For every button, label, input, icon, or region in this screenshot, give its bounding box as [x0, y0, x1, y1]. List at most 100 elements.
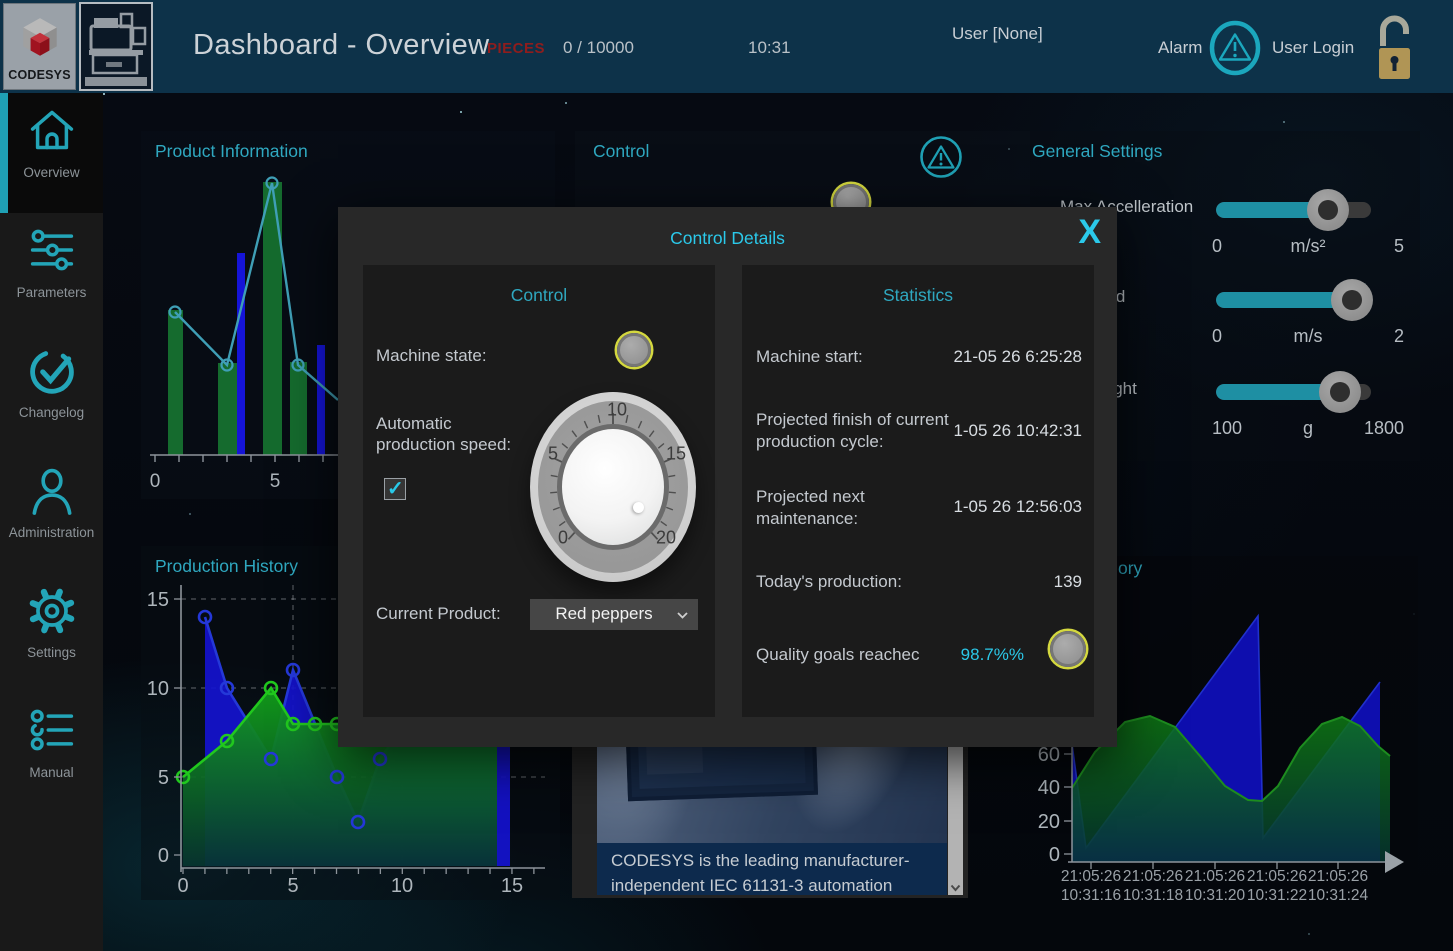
codesys-logo-text: CODESYS: [8, 68, 71, 82]
unlocked-padlock-icon[interactable]: [1374, 10, 1416, 86]
slider-thumb[interactable]: [1307, 189, 1349, 231]
close-button[interactable]: X: [1078, 211, 1101, 253]
knob-bezel: [557, 424, 669, 550]
chevron-down-icon[interactable]: [949, 883, 962, 893]
svg-text:0: 0: [150, 471, 161, 492]
projected-maintenance-label: Projected next maintenance:: [756, 486, 936, 530]
machine-start-label: Machine start:: [756, 347, 863, 367]
projected-finish-label: Projected finish of current production c…: [756, 409, 961, 453]
caption-line2: independent IEC 61131-3 automation: [611, 876, 947, 895]
knob-scale-10: 10: [607, 400, 627, 421]
check-circle-icon: [28, 347, 76, 395]
scale-max: 5: [1394, 236, 1404, 257]
home-icon: [28, 107, 76, 153]
star-dots: [103, 93, 105, 95]
svg-text:40: 40: [1038, 777, 1060, 799]
sidebar-item-changelog[interactable]: Changelog: [0, 333, 103, 453]
machine-state-led: [617, 333, 651, 367]
svg-text:10:31:22: 10:31:22: [1247, 887, 1307, 904]
sidebar-item-label: Manual: [0, 765, 103, 780]
chevron-down-icon: [676, 611, 689, 620]
todays-production-label: Today's production:: [756, 572, 902, 592]
checkbox-check-icon: ✓: [387, 476, 404, 501]
sidebar-item-manual[interactable]: Manual: [0, 693, 103, 813]
scale-max: 1800: [1364, 418, 1404, 439]
control-bg-title: Control: [593, 141, 649, 162]
pieces-label: PIECES: [487, 40, 545, 57]
page-title: Dashboard - Overview: [193, 29, 490, 62]
pieces-count: 0 / 10000: [563, 38, 634, 58]
max-speed-slider[interactable]: [1216, 292, 1371, 308]
svg-text:10:31:24: 10:31:24: [1308, 887, 1369, 904]
speed-knob[interactable]: 0 5 10 15 20: [530, 392, 696, 582]
caption-line1: CODESYS is the leading manufacturer-: [611, 851, 947, 871]
alarm-warning-icon[interactable]: [1206, 19, 1264, 77]
quality-goals-value: 98.7%%: [961, 645, 1024, 665]
control-subpanel-title: Control: [363, 285, 715, 306]
sidebar-item-label: Changelog: [0, 405, 103, 420]
sidebar: Overview Parameters Changelog: [0, 93, 103, 951]
auto-speed-label-line1: Automatic: [376, 414, 452, 434]
knob-scale-0: 0: [558, 528, 568, 549]
svg-text:5: 5: [270, 471, 281, 492]
gear-icon: [28, 587, 76, 635]
statistics-subpanel: Statistics Machine start: 21-05 26 6:25:…: [742, 265, 1094, 717]
knob-scale-20: 20: [656, 528, 676, 549]
knob-scale-5: 5: [548, 444, 558, 465]
codesys-caption: CODESYS is the leading manufacturer- ind…: [597, 843, 947, 895]
codesys-cube-icon: [17, 16, 63, 62]
machine-icon: [81, 4, 151, 89]
sidebar-item-overview[interactable]: Overview: [0, 93, 103, 213]
warning-icon[interactable]: [918, 134, 964, 180]
knob-position-dot: [633, 502, 644, 513]
machine-thumbnail[interactable]: [79, 2, 153, 91]
svg-text:21:05:26: 21:05:26: [1308, 868, 1368, 885]
svg-text:0: 0: [1049, 844, 1060, 866]
svg-text:15: 15: [147, 589, 169, 611]
svg-text:10: 10: [391, 875, 413, 897]
statistics-subpanel-title: Statistics: [742, 285, 1094, 306]
user-icon: [29, 467, 75, 517]
sidebar-item-parameters[interactable]: Parameters: [0, 213, 103, 333]
knob-scale-15: 15: [666, 444, 686, 465]
svg-text:15: 15: [501, 875, 523, 897]
svg-text:10: 10: [147, 678, 169, 700]
max-weight-scale: 100 g 1800: [1212, 418, 1404, 440]
current-product-select[interactable]: Red peppers: [530, 599, 698, 630]
sidebar-item-administration[interactable]: Administration: [0, 453, 103, 573]
scale-max: 2: [1394, 326, 1404, 347]
projected-maintenance-value: 1-05 26 12:56:03: [953, 497, 1082, 517]
codesys-logo: CODESYS: [3, 3, 76, 90]
svg-text:5: 5: [287, 875, 298, 897]
machine-state-label: Machine state:: [376, 346, 487, 366]
max-speed-scale: 0 m/s 2: [1212, 326, 1404, 348]
auto-speed-checkbox[interactable]: ✓: [384, 478, 406, 500]
svg-text:0: 0: [177, 875, 188, 897]
sidebar-item-label: Settings: [0, 645, 103, 660]
max-acceleration-slider[interactable]: [1216, 202, 1371, 218]
alarm-label: Alarm: [1158, 38, 1202, 58]
svg-text:21:05:26: 21:05:26: [1185, 868, 1245, 885]
svg-text:21:05:26: 21:05:26: [1061, 868, 1121, 885]
control-details-dialog: Control Details X Control Machine state:…: [338, 207, 1117, 747]
knob-handle[interactable]: [562, 429, 664, 545]
projected-finish-value: 1-05 26 10:42:31: [953, 421, 1082, 441]
max-weight-slider[interactable]: [1216, 384, 1371, 400]
svg-text:60: 60: [1038, 744, 1060, 766]
sidebar-item-settings[interactable]: Settings: [0, 573, 103, 693]
scale-unit: m/s²: [1212, 236, 1404, 257]
slider-thumb[interactable]: [1319, 371, 1361, 413]
screen: Product Information 05 Control General S…: [0, 0, 1453, 951]
current-product-label: Current Product:: [376, 604, 501, 624]
max-acceleration-scale: 0 m/s² 5: [1212, 236, 1404, 258]
svg-text:21:05:26: 21:05:26: [1247, 868, 1307, 885]
svg-text:10:31:18: 10:31:18: [1123, 887, 1183, 904]
svg-text:20: 20: [1038, 811, 1060, 833]
svg-text:10:31:20: 10:31:20: [1185, 887, 1246, 904]
current-product-value: Red peppers: [530, 604, 678, 624]
sidebar-item-label: Overview: [4, 165, 99, 180]
dialog-title: Control Details: [338, 228, 1117, 249]
sidebar-item-label: Administration: [0, 525, 103, 540]
auto-speed-label-line2: production speed:: [376, 435, 511, 455]
svg-text:5: 5: [158, 767, 169, 789]
